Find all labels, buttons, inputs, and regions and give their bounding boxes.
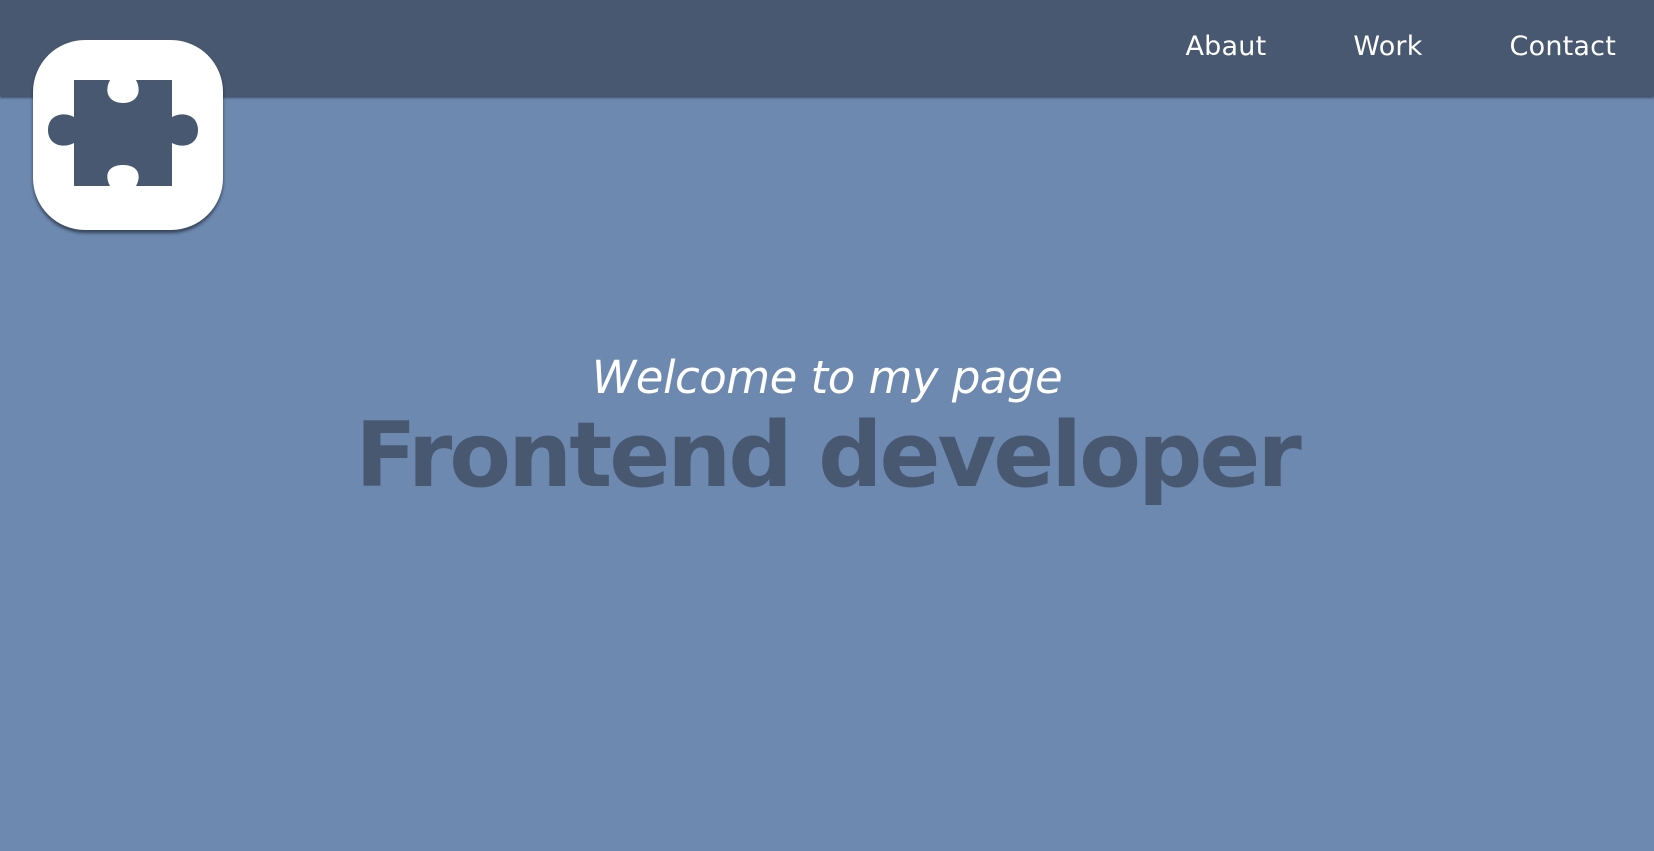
logo-home-link[interactable] — [33, 40, 223, 230]
page: Abaut Work Contact Welcome to my page Fr… — [0, 0, 1654, 851]
hero-subtitle: Welcome to my page — [591, 351, 1063, 404]
hero-section: Welcome to my page Frontend developer — [0, 350, 1654, 506]
nav-link-contact[interactable]: Contact — [1510, 31, 1616, 62]
nav-link-about[interactable]: Abaut — [1186, 31, 1267, 62]
main-nav: Abaut Work Contact — [1099, 0, 1616, 92]
nav-link-work[interactable]: Work — [1353, 31, 1422, 62]
puzzle-piece-icon — [48, 80, 198, 186]
hero-title: Frontend developer — [355, 403, 1302, 508]
top-navigation-bar: Abaut Work Contact — [0, 0, 1654, 96]
